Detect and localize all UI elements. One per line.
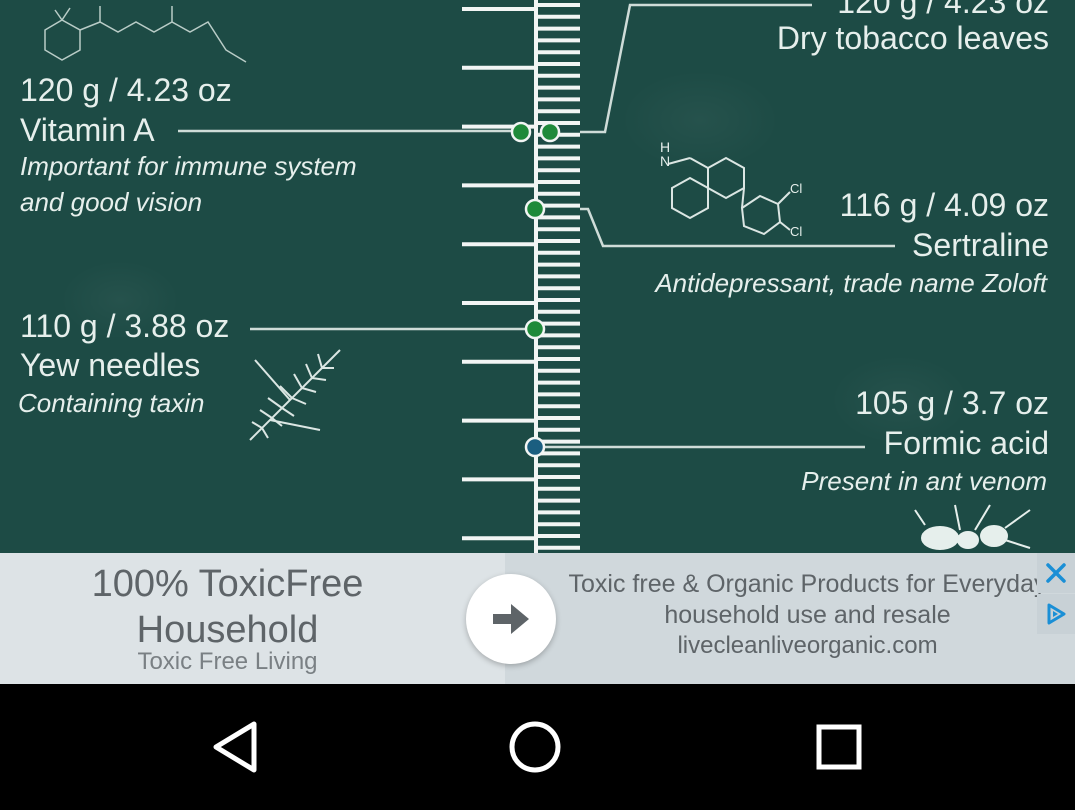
formic-acid-name: Formic acid <box>883 425 1049 461</box>
ad-description[interactable]: Toxic free & Organic Products for Everyd… <box>560 569 1055 631</box>
marker-sertraline <box>524 198 546 220</box>
system-navigation-bar <box>0 684 1075 810</box>
yew-needles-name: Yew needles <box>20 347 201 383</box>
arrow-right-icon <box>493 604 529 634</box>
ant-icon <box>914 504 1031 550</box>
marker-dry-tobacco <box>539 121 561 143</box>
molecule-label-cl-1: Cl <box>790 181 802 196</box>
sertraline-molecule-icon <box>667 156 791 236</box>
nav-recents-button[interactable] <box>799 717 879 777</box>
vitamin-a-name: Vitamin A <box>20 112 155 148</box>
dry-tobacco-amount: 120 g / 4.23 oz <box>837 0 1049 20</box>
lethal-dose-chart: H N Cl Cl 120 g / 4.23 oz Dry tobacco le… <box>0 0 1075 553</box>
yew-needles-amount: 110 g / 3.88 oz <box>20 308 230 344</box>
nav-home-button[interactable] <box>495 717 575 777</box>
close-icon <box>1046 563 1066 583</box>
vitamin-a-amount: 120 g / 4.23 oz <box>20 72 232 108</box>
molecule-label-n: N <box>660 153 670 169</box>
formic-acid-amount: 105 g / 3.7 oz <box>855 385 1049 421</box>
back-triangle-icon <box>213 721 257 773</box>
ad-arrow-button[interactable] <box>466 574 556 664</box>
recents-square-icon <box>816 724 862 770</box>
molecule-label-cl-2: Cl <box>790 224 802 239</box>
yew-branch-icon <box>249 349 341 441</box>
marker-yew-needles <box>524 318 546 340</box>
ad-close-button[interactable] <box>1037 553 1075 593</box>
ad-choices-button[interactable] <box>1037 594 1075 634</box>
marker-formic-acid <box>524 436 546 458</box>
sertraline-amount: 116 g / 4.09 oz <box>839 187 1049 223</box>
ad-banner[interactable]: 100% ToxicFree Household Toxic Free Livi… <box>0 553 1075 684</box>
marker-vitamin-a <box>510 121 532 143</box>
vitamin-a-molecule-icon <box>44 6 247 63</box>
ad-url[interactable]: livecleanliveorganic.com <box>560 634 1055 658</box>
ad-subtitle[interactable]: Toxic Free Living <box>0 650 455 674</box>
nav-back-button[interactable] <box>195 717 275 777</box>
vitamin-a-desc-1: Important for immune system <box>20 151 357 181</box>
ad-title[interactable]: 100% ToxicFree Household <box>0 561 455 653</box>
yew-needles-desc: Containing taxin <box>18 388 205 418</box>
home-circle-icon <box>509 721 561 773</box>
formic-acid-desc: Present in ant venom <box>801 466 1047 496</box>
sertraline-desc: Antidepressant, trade name Zoloft <box>655 268 1047 298</box>
vitamin-a-desc-2: and good vision <box>20 187 203 217</box>
adchoices-icon <box>1047 603 1066 625</box>
dry-tobacco-name: Dry tobacco leaves <box>776 20 1049 56</box>
sertraline-name: Sertraline <box>912 227 1049 263</box>
